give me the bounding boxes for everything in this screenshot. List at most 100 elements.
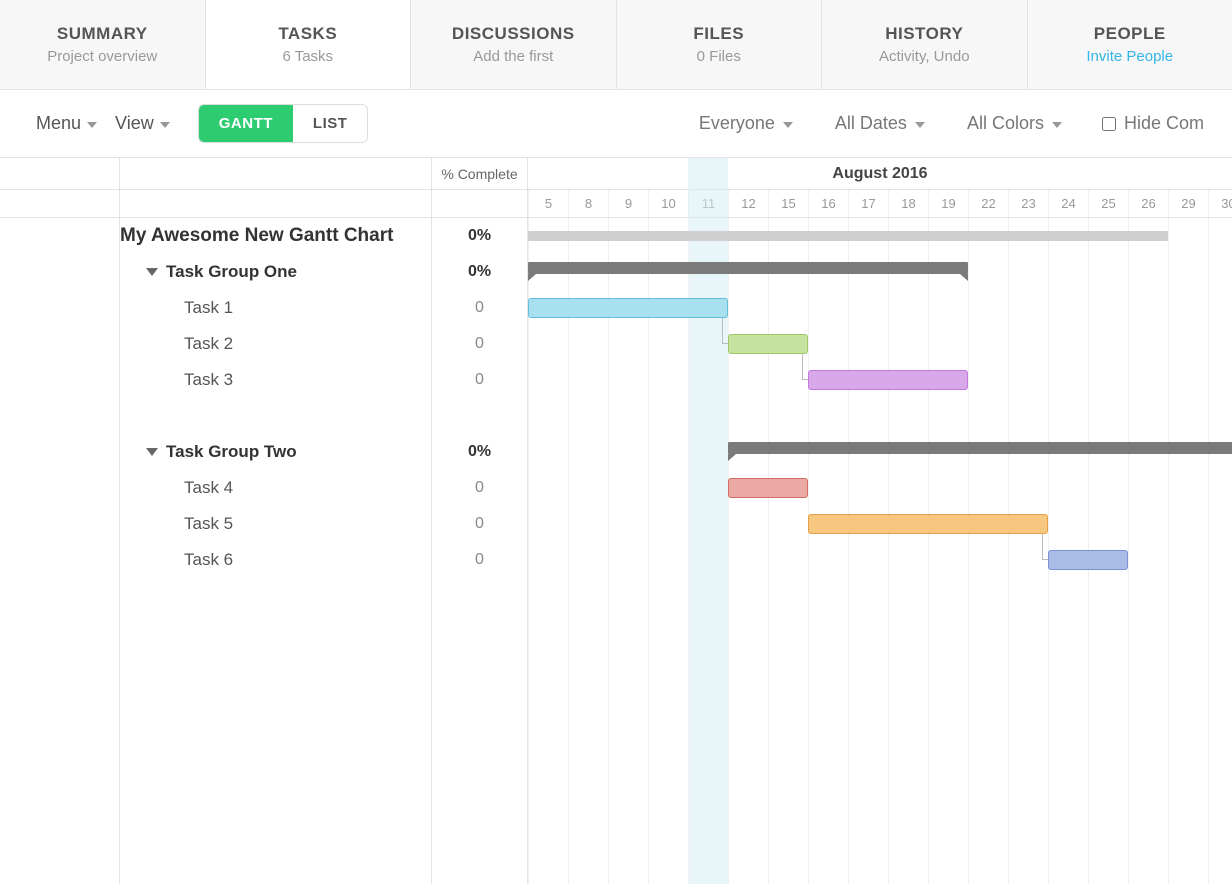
percent-value: 0: [475, 551, 484, 569]
percent-cell: 0: [432, 326, 527, 362]
task-name: Task 6: [184, 550, 233, 569]
hide-completed-checkbox[interactable]: [1102, 117, 1116, 131]
hide-completed-toggle[interactable]: Hide Com: [1092, 113, 1204, 134]
tab-title: TASKS: [278, 24, 337, 44]
tab-title: SUMMARY: [57, 24, 148, 44]
task-row[interactable]: Task 2: [120, 326, 431, 362]
view-label: View: [115, 113, 154, 134]
day-header: 24: [1048, 190, 1088, 217]
tab-history[interactable]: HISTORY Activity, Undo: [822, 0, 1028, 89]
day-header: 10: [648, 190, 688, 217]
task-row[interactable]: Task Group One: [120, 254, 431, 290]
people-filter-label: Everyone: [699, 113, 775, 134]
task-name-column: My Awesome New Gantt Chart Task Group One…: [120, 158, 432, 884]
collapse-triangle-icon[interactable]: [146, 448, 158, 456]
tab-summary[interactable]: SUMMARY Project overview: [0, 0, 206, 89]
percent-cell: 0: [432, 506, 527, 542]
percent-cell: 0: [432, 470, 527, 506]
chevron-down-icon: [783, 122, 793, 128]
task-row[interactable]: Task 4: [120, 470, 431, 506]
day-header: 12: [728, 190, 768, 217]
task-row[interactable]: Task 3: [120, 362, 431, 398]
task-bar[interactable]: [808, 370, 968, 390]
percent-value: 0%: [468, 263, 491, 281]
project-name: My Awesome New Gantt Chart: [120, 225, 393, 246]
task-row: [120, 398, 431, 434]
colors-filter[interactable]: All Colors: [955, 113, 1074, 134]
task-bar[interactable]: [728, 478, 808, 498]
task-bar[interactable]: [528, 298, 728, 318]
tab-people[interactable]: PEOPLEInvite People: [1028, 0, 1232, 89]
percent-value: 0%: [468, 443, 491, 461]
day-header: 23: [1008, 190, 1048, 217]
task-name: Task 4: [184, 478, 233, 497]
percent-value: 0: [475, 299, 484, 317]
percent-complete-column: % Complete 0%0%0000%000: [432, 158, 528, 884]
tab-subtitle: Invite People: [1086, 48, 1173, 65]
percent-value: 0: [475, 479, 484, 497]
task-name: Task 5: [184, 514, 233, 533]
people-filter[interactable]: Everyone: [687, 113, 805, 134]
tab-tasks[interactable]: TASKS6 Tasks: [206, 0, 412, 89]
tab-discussions[interactable]: DISCUSSIONSAdd the first: [411, 0, 617, 89]
task-bar[interactable]: [1048, 550, 1128, 570]
tab-subtitle: 0 Files: [697, 48, 741, 65]
percent-cell: 0: [432, 542, 527, 578]
colors-filter-label: All Colors: [967, 113, 1044, 134]
day-header: 26: [1128, 190, 1168, 217]
menu-label: Menu: [36, 113, 81, 134]
task-row[interactable]: Task Group Two: [120, 434, 431, 470]
task-bar[interactable]: [808, 514, 1048, 534]
hide-completed-label: Hide Com: [1124, 113, 1204, 134]
tab-files[interactable]: FILES 0 Files: [617, 0, 823, 89]
task-row[interactable]: Task 1: [120, 290, 431, 326]
percent-cell: 0%: [432, 254, 527, 290]
task-name: Task 2: [184, 334, 233, 353]
day-header: 25: [1088, 190, 1128, 217]
tab-subtitle: Project overview: [47, 48, 157, 65]
percent-value: 0%: [468, 227, 491, 245]
tab-title: HISTORY: [885, 24, 963, 44]
day-header: 16: [808, 190, 848, 217]
menu-dropdown[interactable]: Menu: [36, 113, 97, 134]
day-header: 18: [888, 190, 928, 217]
dates-filter[interactable]: All Dates: [823, 113, 937, 134]
task-bar[interactable]: [728, 334, 808, 354]
task-row[interactable]: Task 5: [120, 506, 431, 542]
day-header: 30: [1208, 190, 1232, 217]
task-name: Task 3: [184, 370, 233, 389]
percent-cell: [432, 398, 527, 434]
timeline-column: August 2016 5891011121516171819222324252…: [528, 158, 1232, 884]
view-dropdown[interactable]: View: [115, 113, 170, 134]
month-header: August 2016: [528, 158, 1232, 190]
chevron-down-icon: [160, 122, 170, 128]
gantt-chart-body[interactable]: [528, 218, 1232, 884]
list-button[interactable]: LIST: [293, 105, 368, 142]
percent-cell: 0%: [432, 434, 527, 470]
group-name: Task Group One: [166, 262, 297, 281]
left-indent-column: [0, 158, 120, 884]
project-summary-bar[interactable]: [528, 231, 1168, 241]
day-header: 19: [928, 190, 968, 217]
day-header: 8: [568, 190, 608, 217]
group-bar[interactable]: [728, 442, 1232, 454]
percent-value: 0: [475, 335, 484, 353]
day-header: 29: [1168, 190, 1208, 217]
task-row[interactable]: My Awesome New Gantt Chart: [120, 218, 431, 254]
day-header: 15: [768, 190, 808, 217]
chevron-down-icon: [1052, 122, 1062, 128]
day-header: 22: [968, 190, 1008, 217]
task-row[interactable]: Task 6: [120, 542, 431, 578]
tab-subtitle: Activity, Undo: [879, 48, 970, 65]
group-name: Task Group Two: [166, 442, 297, 461]
group-bar[interactable]: [528, 262, 968, 274]
day-header-row: 589101112151617181922232425262930: [528, 190, 1232, 218]
collapse-triangle-icon[interactable]: [146, 268, 158, 276]
gantt-button[interactable]: GANTT: [199, 105, 293, 142]
dates-filter-label: All Dates: [835, 113, 907, 134]
gantt-grid: My Awesome New Gantt Chart Task Group One…: [0, 158, 1232, 884]
chevron-down-icon: [915, 122, 925, 128]
percent-complete-header: % Complete: [432, 158, 527, 190]
percent-cell: 0: [432, 290, 527, 326]
tab-title: FILES: [693, 24, 744, 44]
